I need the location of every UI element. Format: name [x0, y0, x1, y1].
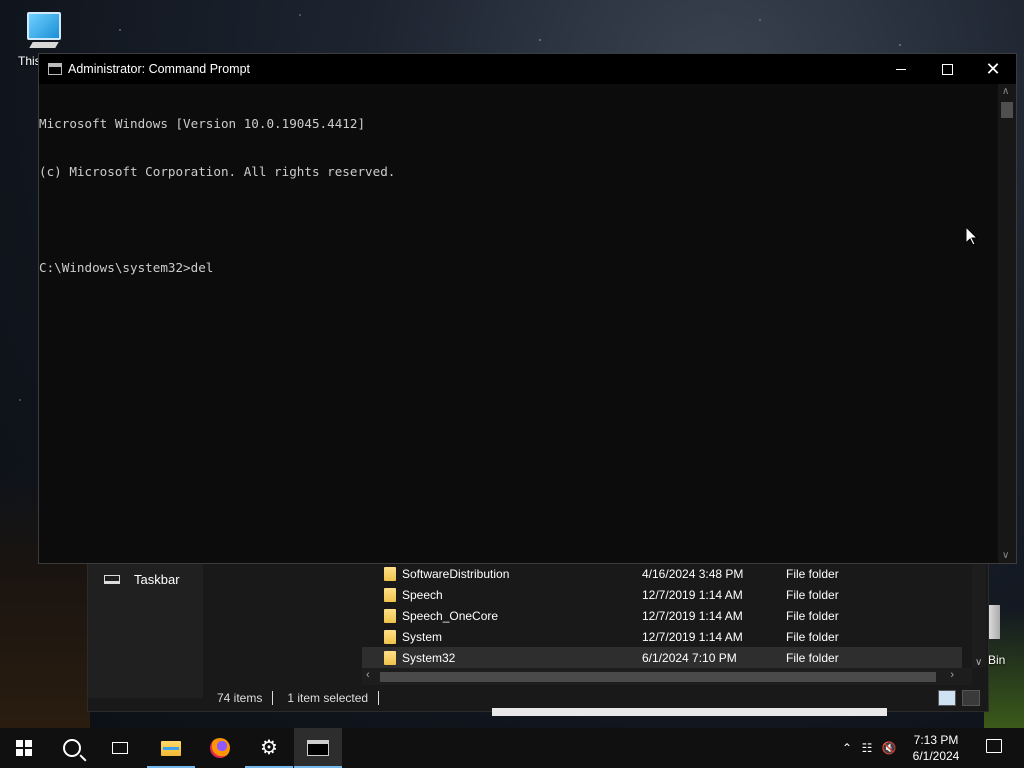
file-type: File folder: [786, 650, 839, 665]
gear-icon: ⚙: [260, 737, 278, 759]
maximize-icon: [941, 63, 953, 75]
details-view-button[interactable]: [938, 690, 956, 706]
search-button[interactable]: [48, 728, 96, 768]
search-icon: [63, 739, 81, 757]
folder-icon: [384, 650, 396, 665]
chevron-right-icon[interactable]: ›: [950, 669, 954, 681]
taskbar-command-prompt[interactable]: [294, 728, 342, 768]
maximize-button[interactable]: [924, 54, 970, 84]
view-toggle: [938, 690, 980, 706]
file-name: SoftwareDistribution: [402, 566, 510, 581]
minimize-button[interactable]: [878, 54, 924, 84]
file-name: Speech_OneCore: [402, 608, 499, 623]
clock-date: 6/1/2024: [912, 749, 960, 763]
system-tray: ⌃ ☷ 🔇: [838, 728, 900, 768]
nav-item-label: Taskbar: [134, 572, 180, 587]
file-row-selected[interactable]: System32 6/1/2024 7:10 PM File folder: [362, 647, 962, 668]
cmd-icon: [48, 63, 62, 75]
file-row[interactable]: SoftwareDistribution 4/16/2024 3:48 PM F…: [362, 563, 962, 584]
window-title: Administrator: Command Prompt: [68, 62, 251, 76]
file-date: 12/7/2019 1:14 AM: [642, 608, 743, 623]
file-list-horizontal-scrollbar[interactable]: ‹ ›: [362, 668, 972, 685]
taskbar: ⚙ ⌃ ☷ 🔇 7:13 PM 6/1/2024: [0, 728, 1024, 768]
file-type: File folder: [786, 566, 839, 581]
file-explorer-window: Taskbar SoftwareDistribution 4/16/2024 3…: [87, 555, 989, 712]
console-line: (c) Microsoft Corporation. All rights re…: [39, 164, 396, 179]
command-prompt-window[interactable]: Administrator: Command Prompt ✕ Microsof…: [38, 53, 1017, 564]
folder-icon: [384, 608, 396, 623]
task-view-icon: [112, 742, 128, 754]
selection-count: 1 item selected: [287, 691, 369, 705]
volume-muted-icon[interactable]: 🔇: [878, 741, 900, 755]
network-icon[interactable]: ☷: [856, 741, 878, 755]
file-row[interactable]: System 12/7/2019 1:14 AM File folder: [362, 626, 962, 647]
desktop-icon-recycle-bin[interactable]: Bin: [984, 605, 1024, 667]
file-explorer-icon: [161, 740, 181, 756]
file-row[interactable]: Speech_OneCore 12/7/2019 1:14 AM File fo…: [362, 605, 962, 626]
chevron-down-icon[interactable]: ∨: [975, 657, 982, 668]
large-icons-view-button[interactable]: [962, 690, 980, 706]
file-date: 6/1/2024 7:10 PM: [642, 650, 737, 665]
chevron-down-icon[interactable]: ∨: [1002, 550, 1009, 561]
file-list-vertical-scrollbar[interactable]: ∨: [972, 556, 986, 668]
start-button[interactable]: [0, 728, 48, 768]
file-name: System32: [402, 650, 456, 665]
chevron-left-icon[interactable]: ‹: [366, 669, 370, 681]
file-name: System: [402, 629, 443, 644]
file-list: SoftwareDistribution 4/16/2024 3:48 PM F…: [362, 556, 972, 668]
clock[interactable]: 7:13 PM 6/1/2024: [908, 732, 964, 764]
taskbar-icon: [104, 575, 120, 584]
notification-center-icon[interactable]: [986, 739, 1002, 753]
file-date: 4/16/2024 3:48 PM: [642, 566, 744, 581]
desktop-icon-label: Bin: [988, 653, 1006, 667]
folder-icon: [384, 629, 396, 644]
file-type: File folder: [786, 629, 839, 644]
file-row[interactable]: Speech 12/7/2019 1:14 AM File folder: [362, 584, 962, 605]
file-date: 12/7/2019 1:14 AM: [642, 587, 743, 602]
taskbar-settings[interactable]: ⚙: [245, 728, 293, 768]
console-output[interactable]: Microsoft Windows [Version 10.0.19045.44…: [39, 84, 999, 564]
close-icon: ✕: [985, 59, 1001, 79]
nav-item-taskbar[interactable]: Taskbar: [104, 572, 180, 587]
task-view-button[interactable]: [96, 728, 144, 768]
firefox-icon: [210, 738, 230, 758]
minimize-icon: [896, 68, 906, 70]
scrollbar-thumb[interactable]: [380, 672, 936, 682]
clock-time: 7:13 PM: [913, 733, 959, 747]
cmd-icon: [307, 740, 329, 756]
windows-logo-icon: [16, 740, 32, 756]
file-date: 12/7/2019 1:14 AM: [642, 629, 743, 644]
item-count: 74 items: [217, 691, 263, 705]
close-button[interactable]: ✕: [970, 54, 1016, 84]
chevron-up-icon[interactable]: ∧: [1002, 86, 1009, 97]
file-type: File folder: [786, 608, 839, 623]
scrollbar-thumb[interactable]: [1001, 102, 1013, 118]
explorer-navigation-pane: Taskbar: [88, 556, 203, 698]
console-line: Microsoft Windows [Version 10.0.19045.44…: [39, 116, 366, 131]
file-type: File folder: [786, 587, 839, 602]
console-prompt-line: C:\Windows\system32>del: [39, 260, 214, 275]
taskbar-file-explorer[interactable]: [147, 728, 195, 768]
folder-icon: [384, 587, 396, 602]
console-scrollbar[interactable]: ∧ ∨: [998, 84, 1016, 563]
taskbar-firefox[interactable]: [196, 728, 244, 768]
computer-icon: [27, 12, 61, 40]
background-window-edge: [492, 708, 887, 716]
chevron-up-icon[interactable]: ⌃: [838, 741, 856, 755]
title-bar[interactable]: Administrator: Command Prompt ✕: [39, 54, 1016, 84]
folder-icon: [384, 566, 396, 581]
file-name: Speech: [402, 587, 443, 602]
